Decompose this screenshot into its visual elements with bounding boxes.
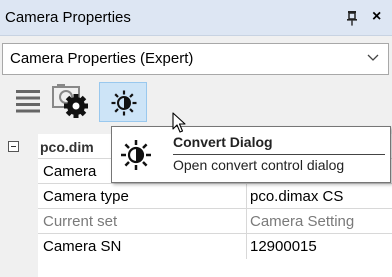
convert-dialog-button[interactable]	[99, 82, 147, 122]
property-value: 12900015	[250, 238, 317, 255]
close-icon[interactable]: ×	[372, 8, 381, 26]
list-icon	[16, 90, 40, 113]
property-name: Camera	[43, 163, 97, 180]
brightness-icon	[111, 90, 137, 116]
column-divider	[246, 234, 247, 259]
tooltip-title: Convert Dialog	[173, 134, 273, 150]
tooltip-description: Open convert control dialog	[173, 157, 345, 173]
column-divider	[246, 184, 247, 209]
property-row[interactable]: Camera type pco.dimax CS	[38, 183, 392, 209]
chevron-down-icon	[367, 54, 379, 61]
mode-select[interactable]: Camera Properties (Expert)	[2, 43, 389, 75]
panel-titlebar: Camera Properties ×	[0, 0, 392, 36]
tooltip: Convert Dialog Open convert control dial…	[111, 126, 391, 183]
mouse-pointer-icon	[172, 112, 186, 133]
brightness-icon	[121, 140, 151, 170]
property-value: Camera Setting	[250, 213, 355, 230]
camera-settings-icon	[52, 84, 88, 118]
property-name: Camera type	[43, 188, 129, 205]
grid-gutter	[0, 134, 38, 277]
property-row[interactable]: Current set Camera Setting	[38, 208, 392, 234]
pin-icon[interactable]	[345, 10, 359, 26]
category-label: pco.dim	[40, 139, 94, 155]
panel-title: Camera Properties	[5, 9, 131, 26]
property-row[interactable]: Camera SN 12900015	[38, 233, 392, 259]
mode-select-value: Camera Properties (Expert)	[10, 50, 194, 67]
collapse-toggle[interactable]	[8, 141, 19, 152]
property-value: pco.dimax CS	[250, 188, 344, 205]
list-view-button[interactable]	[15, 87, 41, 113]
property-name: Current set	[43, 213, 118, 230]
property-name: Camera SN	[43, 238, 122, 255]
tooltip-divider	[173, 154, 385, 155]
camera-settings-button[interactable]	[52, 84, 88, 118]
column-divider	[246, 209, 247, 234]
